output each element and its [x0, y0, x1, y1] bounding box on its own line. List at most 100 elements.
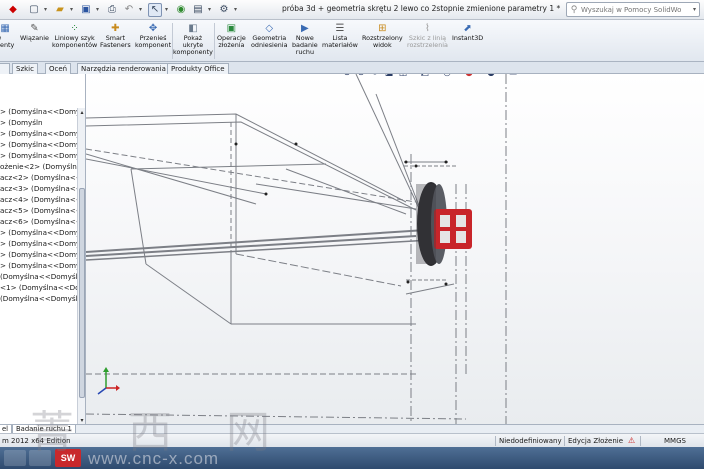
linear-pattern-button[interactable]: ⁘ Liniowy szyk komponentów [52, 22, 97, 49]
tree-item[interactable]: > (Domyślna<<Domyśl [0, 228, 85, 238]
tab-previous[interactable] [0, 63, 10, 74]
open-dropdown-icon[interactable]: ▾ [70, 6, 76, 13]
reference-geometry-button[interactable]: ◇ Geometria odniesienia [251, 22, 288, 49]
options-dropdown-icon[interactable]: ▾ [234, 6, 240, 13]
tab-render-tools[interactable]: Narzędzia renderowania [77, 63, 170, 74]
ribbon-label: Wiązanie [20, 34, 49, 42]
status-mode: Edycja Złożenie [568, 437, 624, 445]
link-line [145, 263, 232, 325]
scroll-up-icon[interactable]: ▴ [78, 108, 85, 116]
search-dropdown-icon[interactable]: ▾ [693, 6, 696, 13]
caliper-piston [440, 231, 450, 243]
hide-show-dropdown-icon[interactable]: ▾ [455, 74, 461, 79]
insert-components-button[interactable]: ▦ wnenty [0, 22, 14, 49]
appearance-dropdown-icon[interactable]: ▾ [477, 74, 483, 79]
feature-manager-tree: > (Domyślna<<Domyśl > (Domyśln > (Domyślna… [0, 74, 86, 424]
tree-item[interactable]: > (Domyśln [0, 118, 43, 128]
assembly-features-button[interactable]: ▣ Operacje złożenia [217, 22, 246, 49]
exploded-view-button[interactable]: ⊞ Rozstrzelony widok [362, 22, 403, 49]
start-icon[interactable] [4, 450, 26, 466]
show-hidden-components-button[interactable]: ◧ Pokaż ukryte komponenty [173, 22, 213, 56]
link-line [130, 163, 327, 170]
options-icon[interactable]: ⚙ [217, 3, 231, 17]
tab-sketch[interactable]: Szkic [12, 63, 38, 74]
instant3d-button[interactable]: ⬈ Instant3D [452, 22, 483, 42]
open-folder-icon[interactable]: ▰ [53, 3, 67, 17]
link-line [235, 253, 402, 287]
tree-scrollbar[interactable]: ▴ ▾ [77, 108, 85, 424]
axle-line [86, 235, 417, 257]
new-document-icon[interactable]: ▢ [27, 3, 41, 17]
tree-item[interactable]: acz<2> (Domyślna<<Do [0, 173, 85, 183]
link-line [86, 158, 267, 195]
joint-marker [406, 280, 410, 284]
ribbon-separator [214, 23, 215, 59]
rebuild-icon[interactable]: ◉ [174, 3, 188, 17]
scene-dropdown-icon[interactable]: ▾ [499, 74, 505, 79]
save-icon[interactable]: ▣ [79, 3, 93, 17]
smart-fasteners-button[interactable]: ✚ Smart Fasteners [100, 22, 131, 49]
view-settings-icon[interactable]: ▭ [507, 74, 519, 79]
tree-item[interactable]: > (Domyślna<<Domyśl [0, 140, 85, 150]
axle-line [86, 229, 427, 253]
command-manager-ribbon: ▦ wnenty ✎ Wiązanie ⁘ Liniowy szykkompon… [0, 20, 704, 62]
tab-office-products[interactable]: Produkty Office [167, 63, 229, 74]
move-component-button[interactable]: ✥ Przenieś komponent [135, 22, 171, 49]
tree-item[interactable]: <1> (Domyślna<<Domyś [0, 283, 85, 293]
undo-dropdown-icon[interactable]: ▾ [139, 6, 145, 13]
tree-item[interactable]: acz<4> (Domyślna<<Do [0, 195, 85, 205]
view-settings-dropdown-icon[interactable]: ▾ [521, 74, 527, 79]
mate-button[interactable]: ✎ Wiązanie [20, 22, 49, 42]
tree-item[interactable]: > (Domyślna<<Domyśl [0, 261, 85, 271]
previous-view-icon[interactable]: ↺ [369, 74, 381, 79]
app-menu-icon[interactable]: ◆ [2, 3, 24, 17]
tree-item[interactable]: > (Domyślna<<Domyśln [0, 250, 85, 260]
tree-item[interactable]: > (Domyślna<<Domyśl [0, 107, 85, 117]
tree-item[interactable]: (Domyślna<<Domyśln [0, 294, 82, 304]
edit-appearance-icon[interactable]: ● [463, 74, 475, 79]
explode-line-sketch-button[interactable]: ⌇ Szkic z linią rozstrzelenia [407, 22, 448, 49]
scroll-thumb[interactable] [79, 188, 85, 398]
view-orientation-icon[interactable]: ◫ [397, 74, 409, 79]
tree-item[interactable]: > (Domyślna<<Domyśln [0, 151, 85, 161]
hide-show-items-icon[interactable]: ◎ [441, 74, 453, 79]
arm-line [405, 283, 455, 295]
bill-of-materials-button[interactable]: ☰ Lista materiałów [322, 22, 358, 49]
select-arrow-icon[interactable]: ↖ [148, 2, 162, 17]
status-definition: Niedodefiniowany [499, 437, 562, 445]
zoom-to-fit-icon[interactable]: ⊕ [341, 74, 353, 79]
section-view-icon[interactable]: ◪ [383, 74, 395, 79]
tree-item[interactable]: acz<6> (Domyślna<<Do [0, 217, 85, 227]
print-icon[interactable]: ⎙ [105, 3, 119, 17]
caliper-piston [440, 215, 450, 227]
help-search-input[interactable] [581, 5, 681, 14]
graphics-area[interactable]: ⊕ ⊗ ↺ ◪ ◫ ▾ ◩ ▾ ◎ ▾ ● ▾ ◒ ▾ ▭ ▾ [86, 74, 704, 424]
tree-item[interactable]: ożenie<2> (Domyślna<<S [0, 162, 85, 172]
display-style-icon[interactable]: ◩ [419, 74, 431, 79]
tree-item[interactable]: > (Domyślna<<Domyśln [0, 129, 85, 139]
select-dropdown-icon[interactable]: ▾ [165, 6, 171, 13]
tree-item[interactable]: > (Domyślna<<Domyśln [0, 239, 85, 249]
tab-evaluate[interactable]: Oceń [45, 63, 72, 74]
undo-icon[interactable]: ↶ [122, 3, 136, 17]
status-units[interactable]: MMGS [664, 436, 686, 446]
caliper-piston [456, 231, 466, 243]
ribbon-label: wnenty [0, 35, 15, 49]
tree-item[interactable]: acz<3> (Domyślna<<Do [0, 184, 85, 194]
apply-scene-icon[interactable]: ◒ [485, 74, 497, 79]
rebuild-status-icon[interactable]: ⚠ [628, 436, 635, 446]
tree-item[interactable]: acz<5> (Domyślna<<Do [0, 206, 85, 216]
new-motion-study-button[interactable]: ▶ Nowe badanie ruchu [292, 22, 318, 56]
zoom-to-area-icon[interactable]: ⊗ [355, 74, 367, 79]
display-style-dropdown-icon[interactable]: ▾ [433, 74, 439, 79]
tree-item[interactable]: (Domyślna<<Domyśln [0, 272, 82, 282]
view-orientation-dropdown-icon[interactable]: ▾ [411, 74, 417, 79]
save-dropdown-icon[interactable]: ▾ [96, 6, 102, 13]
ribbon-label: Pokaż ukryte komponenty [173, 34, 213, 56]
help-search-box[interactable]: ⚲ ▾ [566, 2, 700, 17]
new-dropdown-icon[interactable]: ▾ [44, 6, 50, 13]
watermark-url: www.cnc-x.com [88, 449, 220, 468]
hub-shadow [416, 184, 436, 264]
properties-dropdown-icon[interactable]: ▾ [208, 6, 214, 13]
file-properties-icon[interactable]: ▤ [191, 3, 205, 17]
